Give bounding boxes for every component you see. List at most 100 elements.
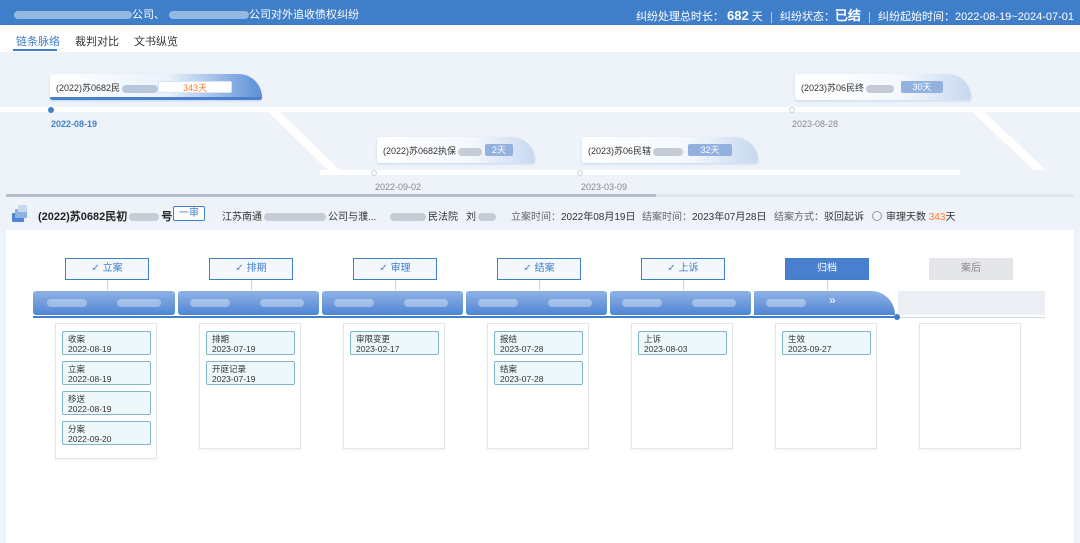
event-card[interactable]: 分案 2022-09-20 xyxy=(62,421,151,445)
stage-events-appeal: 上诉 2023-08-03 xyxy=(631,323,733,449)
timeline-case-code-text: (2023)苏06民辖 xyxy=(588,146,652,156)
event-date: 2023-09-27 xyxy=(788,344,832,354)
stage-archive[interactable]: 归档 xyxy=(785,258,869,280)
duration-value: 682 xyxy=(727,8,749,23)
stage-post-case[interactable]: 案后 xyxy=(929,258,1013,280)
event-date: 2023-07-28 xyxy=(500,344,544,354)
event-card[interactable]: 开庭记录 2023-07-19 xyxy=(206,361,295,385)
case-info-bar: (2022)苏0682民初 号 一审 江苏南通 公司与濮... 民法院 刘 立案时间… xyxy=(6,198,1074,230)
connector xyxy=(251,280,252,290)
event-name: 分案 xyxy=(68,424,86,434)
timeline-date: 2022-09-02 xyxy=(375,182,422,192)
redacted-text xyxy=(47,299,87,307)
filed-value: 2022年08月19日 xyxy=(561,212,636,223)
event-name: 立案 xyxy=(68,364,86,374)
title-bar: 公司、 公司对外追收债权纠纷 纠纷处理总时长： 682 天 纠纷状态：已结 纠纷起… xyxy=(0,0,1080,25)
timeline-dot xyxy=(577,170,583,176)
event-date: 2022-09-20 xyxy=(68,434,112,444)
timeline-case-enforce[interactable]: (2022)苏0682执保 2天 xyxy=(377,137,535,163)
redacted-text xyxy=(478,299,518,307)
event-card[interactable]: 上诉 2023-08-03 xyxy=(638,331,727,355)
tab-compare[interactable]: 裁判对比 xyxy=(75,33,119,49)
connector xyxy=(683,280,684,290)
timeline-case-code: (2022)苏0682民 xyxy=(56,81,159,94)
event-card[interactable]: 移送 2022-08-19 xyxy=(62,391,151,415)
progress-line-remaining xyxy=(895,317,1045,318)
filed-time: 立案时间：2022年08月19日 xyxy=(511,208,636,223)
event-card[interactable]: 审限变更 2023-02-17 xyxy=(350,331,439,355)
connector xyxy=(395,280,396,290)
timeline-case-mid[interactable]: (2023)苏06民辖 32天 xyxy=(582,137,758,163)
connector xyxy=(827,280,828,290)
case-code-text: (2022)苏0682民初 xyxy=(38,211,128,223)
stage-label: 归档 xyxy=(817,263,837,274)
redacted-text xyxy=(169,11,249,20)
redacted-text xyxy=(866,84,895,93)
stage-closing[interactable]: ✓ 结案 xyxy=(497,258,581,280)
stage-trial[interactable]: ✓ 审理 xyxy=(353,258,437,280)
tab-documents[interactable]: 文书纵览 xyxy=(134,33,178,49)
time-value: 2022-08-19~2024-07-01 xyxy=(955,11,1074,23)
stage-scheduling[interactable]: ✓ 排期 xyxy=(209,258,293,280)
stage-filing[interactable]: ✓ 立案 xyxy=(65,258,149,280)
parties-start: 江苏南通 xyxy=(222,212,262,223)
event-date: 2022-08-19 xyxy=(68,374,112,384)
event-date: 2023-07-19 xyxy=(212,344,256,354)
stage-progress-bar xyxy=(33,291,175,315)
stage-label: 立案 xyxy=(102,263,123,274)
check-icon: ✓ xyxy=(235,263,247,274)
timeline-date: 2023-08-28 xyxy=(792,119,839,129)
event-name: 报结 xyxy=(500,334,518,344)
closed-label: 结案时间： xyxy=(642,212,692,223)
event-name: 结案 xyxy=(500,364,518,374)
case-code[interactable]: (2022)苏0682民初 号 xyxy=(38,208,172,224)
days-unit: 天 xyxy=(945,212,956,223)
timeline-case-main[interactable]: (2022)苏0682民 343天 xyxy=(50,74,262,100)
stage-progress-bar xyxy=(466,291,607,315)
stage-events-scheduling: 排期 2023-07-19 开庭记录 2023-07-19 xyxy=(199,323,301,449)
event-date: 2023-08-03 xyxy=(644,344,688,354)
days-label: 审理天数 xyxy=(886,212,926,223)
event-date: 2022-08-19 xyxy=(68,404,112,414)
event-card[interactable]: 立案 2022-08-19 xyxy=(62,361,151,385)
stage-label: 审理 xyxy=(390,263,411,274)
check-icon: ✓ xyxy=(379,263,391,274)
filed-label: 立案时间： xyxy=(511,212,561,223)
stage-events-filing: 收案 2022-08-19 立案 2022-08-19 移送 2022-08-19 分… xyxy=(55,323,157,459)
case-code-suffix: 号 xyxy=(161,211,173,223)
stage-label: 结案 xyxy=(534,263,555,274)
event-card[interactable]: 排期 2023-07-19 xyxy=(206,331,295,355)
event-name: 上诉 xyxy=(644,334,662,344)
time-label: 纠纷起始时间： xyxy=(878,11,956,23)
event-name: 收案 xyxy=(68,334,86,344)
event-card[interactable]: 结案 2023-07-28 xyxy=(494,361,583,385)
connector xyxy=(107,280,108,290)
tab-chain[interactable]: 链条脉络 xyxy=(16,33,60,49)
status-label: 纠纷状态： xyxy=(779,11,835,23)
stage-appeal[interactable]: ✓ 上诉 xyxy=(641,258,725,280)
redacted-text xyxy=(390,213,426,222)
timeline-dot xyxy=(789,107,795,113)
event-date: 2022-08-19 xyxy=(68,344,112,354)
redacted-text xyxy=(458,147,483,156)
timeline-case-code: (2022)苏0682执保 xyxy=(383,144,483,157)
timeline-case-right[interactable]: (2023)苏06民终 30天 xyxy=(795,74,971,100)
redacted-text xyxy=(548,299,592,307)
stage-progress-head: » xyxy=(754,291,895,315)
timeline-case-days: 30天 xyxy=(901,81,943,93)
timeline-scrollbar[interactable] xyxy=(6,194,1074,197)
timeline-dot xyxy=(48,107,54,113)
event-name: 移送 xyxy=(68,394,86,404)
stage-label: 上诉 xyxy=(678,263,699,274)
method-label: 结案方式： xyxy=(774,212,824,223)
event-card[interactable]: 报结 2023-07-28 xyxy=(494,331,583,355)
redacted-text xyxy=(622,299,662,307)
event-card[interactable]: 收案 2022-08-19 xyxy=(62,331,151,355)
closed-time: 结案时间：2023年07月28日 xyxy=(642,208,767,223)
case-parties: 江苏南通 公司与濮... xyxy=(222,208,376,223)
event-card[interactable]: 生效 2023-09-27 xyxy=(782,331,871,355)
stage-events-trial: 审限变更 2023-02-17 xyxy=(343,323,445,449)
divider xyxy=(770,11,772,23)
timeline-case-code-text: (2022)苏0682民 xyxy=(56,83,121,93)
scrollbar-thumb[interactable] xyxy=(6,194,656,197)
